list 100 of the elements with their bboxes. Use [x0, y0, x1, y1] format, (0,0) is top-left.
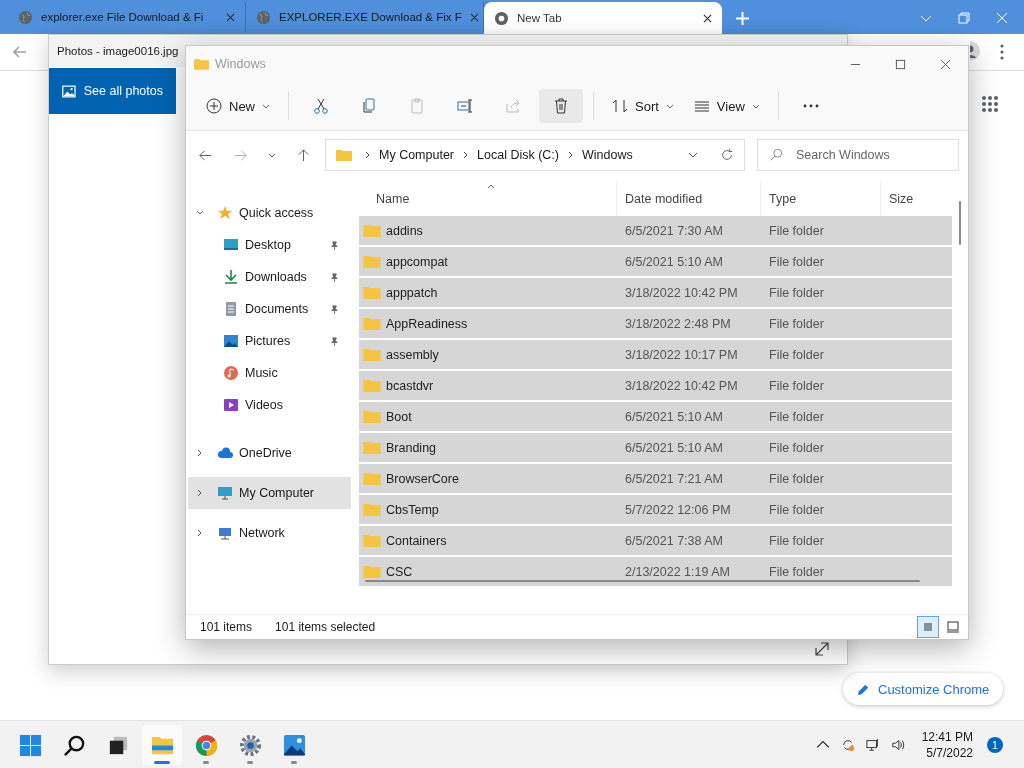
- chrome-icon: [494, 10, 509, 26]
- tab-title: explorer.exe File Download & Fi: [41, 11, 205, 23]
- clock[interactable]: 12:41 PM 5/7/2022: [921, 729, 973, 761]
- expand-icon[interactable]: [815, 642, 829, 656]
- notification-badge[interactable]: 1: [987, 737, 1003, 753]
- search-field[interactable]: Search Windows: [757, 139, 959, 171]
- nav-item[interactable]: Desktop: [186, 229, 351, 261]
- file-row[interactable]: AppReadiness 3/18/2022 2:48 PM File folder: [359, 309, 952, 338]
- breadcrumb-item[interactable]: Local Disk (C:): [477, 148, 559, 162]
- file-type: File folder: [768, 440, 825, 455]
- network-icon[interactable]: [865, 738, 880, 752]
- volume-icon[interactable]: [890, 738, 905, 752]
- chrome-icon: [194, 733, 218, 757]
- browser-tab[interactable]: explorer.exe File Download & Fi: [8, 2, 246, 32]
- file-row[interactable]: apppatch 3/18/2022 10:42 PM File folder: [359, 278, 952, 307]
- view-button[interactable]: View: [685, 89, 768, 123]
- chevron-icon: [365, 151, 370, 159]
- chevron-right-icon[interactable]: [196, 529, 204, 537]
- browser-tab[interactable]: New Tab: [484, 2, 722, 34]
- file-row[interactable]: bcastdvr 3/18/2022 10:42 PM File folder: [359, 371, 952, 400]
- chevron-right-icon[interactable]: [196, 449, 204, 457]
- new-tab-icon[interactable]: [736, 12, 749, 25]
- folder-icon: [194, 58, 209, 70]
- nav-item[interactable]: Quick access: [186, 197, 351, 229]
- folder-icon: [363, 503, 381, 516]
- maximize-icon[interactable]: [895, 58, 906, 70]
- column-header[interactable]: Size: [881, 182, 941, 216]
- file-row[interactable]: addins 6/5/2021 7:30 AM File folder: [359, 216, 952, 245]
- file-row[interactable]: CbsTemp 5/7/2022 12:06 PM File folder: [359, 495, 952, 524]
- file-row[interactable]: appcompat 6/5/2021 5:10 AM File folder: [359, 247, 952, 276]
- globe-icon: [18, 9, 33, 25]
- nav-item[interactable]: Videos: [186, 389, 351, 421]
- star-icon: [217, 205, 233, 221]
- vertical-scrollbar[interactable]: [959, 201, 961, 245]
- dropdown-icon[interactable]: [688, 152, 698, 158]
- file-name: Boot: [386, 409, 412, 424]
- list-icon: [693, 98, 710, 114]
- folder-icon: [363, 224, 381, 237]
- chevron-icon: [568, 151, 573, 159]
- nav-label: Documents: [245, 302, 310, 316]
- file-row[interactable]: Containers 6/5/2021 7:38 AM File folder: [359, 526, 952, 555]
- caret-icon[interactable]: [268, 152, 276, 158]
- chevron-down-icon[interactable]: [196, 209, 204, 217]
- restore-icon[interactable]: [958, 12, 970, 24]
- customize-chrome-button[interactable]: Customize Chrome: [843, 673, 1004, 705]
- nav-item[interactable]: OneDrive: [186, 437, 351, 469]
- close-icon[interactable]: [703, 13, 712, 23]
- breadcrumb-item[interactable]: Windows: [582, 148, 633, 162]
- nav-item[interactable]: Music: [186, 357, 351, 389]
- nav-item[interactable]: My Computer: [188, 477, 351, 509]
- new-button[interactable]: New: [198, 89, 278, 123]
- file-name: CSC: [386, 564, 413, 579]
- file-type: File folder: [768, 533, 825, 548]
- address-bar[interactable]: My Computer Local Disk (C:) Windows: [325, 139, 745, 171]
- nav-item[interactable]: Pictures: [186, 325, 351, 357]
- nav-label: My Computer: [239, 486, 316, 500]
- horizontal-scrollbar[interactable]: [365, 580, 920, 582]
- folder-icon: [363, 565, 381, 578]
- photos-icon: [282, 733, 306, 757]
- breadcrumb-item[interactable]: My Computer: [379, 148, 455, 162]
- date-modified: 3/18/2022 2:48 PM: [624, 316, 732, 331]
- nav-label: Videos: [245, 398, 284, 412]
- nav-item[interactable]: Documents: [186, 293, 351, 325]
- menu-icon[interactable]: [1000, 44, 1004, 60]
- file-type: File folder: [768, 316, 825, 331]
- file-name: AppReadiness: [386, 316, 468, 331]
- date-modified: 2/13/2022 1:19 AM: [624, 564, 731, 579]
- sort-button[interactable]: Sort: [604, 89, 682, 123]
- close-icon[interactable]: [940, 58, 951, 70]
- date-modified: 6/5/2021 5:10 AM: [624, 254, 724, 269]
- video-icon: [223, 397, 239, 413]
- file-name: apppatch: [386, 285, 438, 300]
- file-type: File folder: [768, 347, 825, 362]
- file-row[interactable]: Boot 6/5/2021 5:10 AM File folder: [359, 402, 952, 431]
- see-all-photos-button[interactable]: See all photos: [49, 68, 176, 114]
- refresh-icon[interactable]: [720, 148, 734, 162]
- sync-icon[interactable]: [840, 738, 855, 752]
- tab-title: EXPLORER.EXE Download & Fix F: [279, 11, 462, 23]
- nav-item[interactable]: Downloads: [186, 261, 351, 293]
- up-icon[interactable]: [296, 147, 311, 163]
- file-type: File folder: [768, 254, 825, 269]
- start-icon: [18, 733, 42, 757]
- file-row[interactable]: assembly 3/18/2022 10:17 PM File folder: [359, 340, 952, 369]
- back-icon[interactable]: [12, 44, 28, 60]
- details-view-icon[interactable]: [918, 617, 938, 637]
- date-modified: 3/18/2022 10:42 PM: [624, 378, 739, 393]
- folder-icon: [363, 348, 381, 361]
- nav-label: Network: [239, 526, 286, 540]
- apps-grid-icon[interactable]: [981, 95, 999, 113]
- file-row[interactable]: CSC 2/13/2022 1:19 AM File folder: [359, 557, 952, 586]
- file-name: addins: [386, 223, 423, 238]
- nav-item[interactable]: Network: [186, 517, 351, 549]
- cloud-icon: [217, 445, 233, 461]
- chevron-right-icon[interactable]: [196, 489, 204, 497]
- delete-icon[interactable]: [539, 89, 583, 123]
- sort-icon: [612, 98, 628, 114]
- file-row[interactable]: BrowserCore 6/5/2021 7:21 AM File folder: [359, 464, 952, 493]
- folder-icon: [363, 472, 381, 485]
- file-row[interactable]: Branding 6/5/2021 5:10 AM File folder: [359, 433, 952, 462]
- file-type: File folder: [768, 409, 825, 424]
